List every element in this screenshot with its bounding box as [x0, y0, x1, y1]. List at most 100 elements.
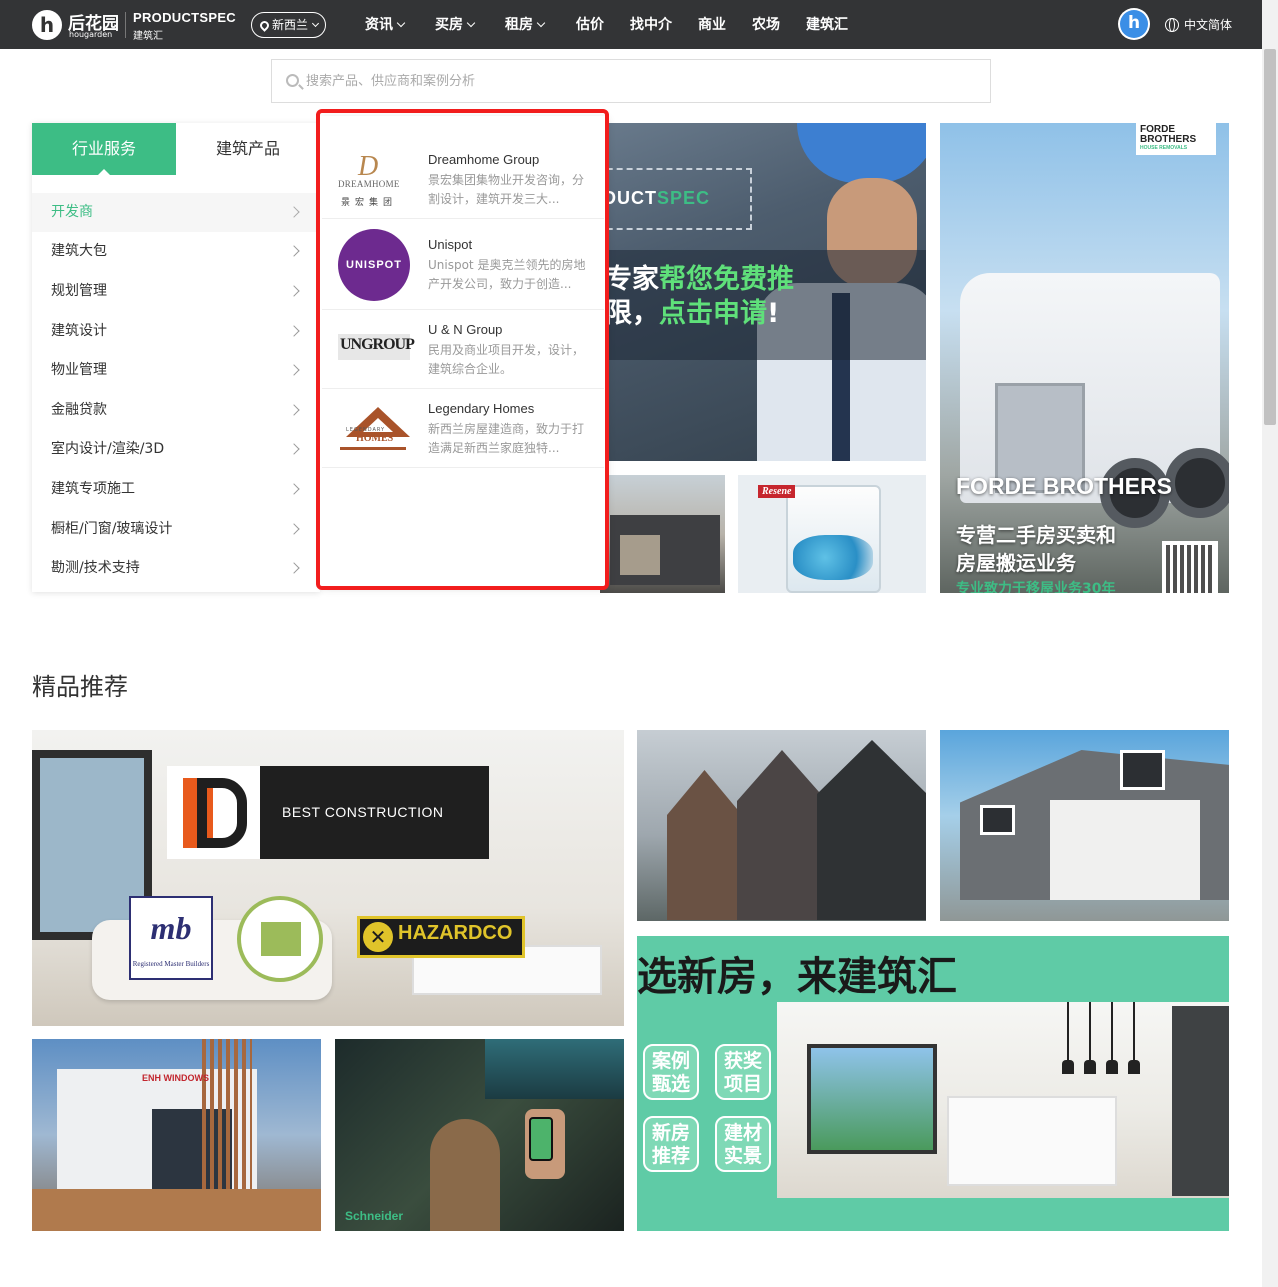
promo-button-new-homes[interactable]: 新房推荐 — [643, 1116, 699, 1172]
chevron-right-icon — [288, 285, 300, 297]
region-label: 新西兰 — [272, 18, 309, 32]
category-label: 物业管理 — [51, 362, 107, 378]
globe-icon — [1165, 18, 1179, 32]
best-construction-text: BEST CONSTRUCTION — [282, 804, 444, 820]
language-switch[interactable]: 中文简体 — [1165, 16, 1232, 33]
qr-code-icon — [1162, 541, 1218, 593]
banner-line2-b: 点击申请 — [659, 298, 767, 329]
featured-best-construction[interactable]: BEST CONSTRUCTION mb Registered Master Bu… — [32, 730, 624, 1026]
nav-estimate[interactable]: 估价 — [576, 14, 604, 34]
promo-button-materials[interactable]: 建材实景 — [715, 1116, 771, 1172]
category-label: 橱柜/门窗/玻璃设计 — [51, 521, 173, 537]
hero-banner-forde-brothers[interactable]: FORDE BROTHERS HOUSE REMOVALS FORDE BROTH… — [940, 123, 1229, 593]
search-box[interactable] — [271, 59, 991, 103]
townhouse-shape — [667, 770, 742, 920]
search-icon — [286, 74, 299, 87]
featured-enh-windows[interactable]: ENH WINDOWS — [32, 1039, 321, 1231]
nav-productspec[interactable]: 建筑汇 — [806, 14, 848, 34]
hazardco-text: HAZARDCO — [398, 922, 513, 944]
category-label: 建筑专项施工 — [51, 481, 135, 497]
banner-ps-word: DUCT — [603, 188, 657, 208]
category-item-architecture[interactable]: 建筑设计 — [32, 312, 320, 351]
chevron-down-icon — [396, 18, 406, 28]
deck-shape — [32, 1189, 321, 1231]
category-panel: 行业服务 建筑产品 开发商 建筑大包 规划管理 建筑设计 物业管理 金融贷款 室… — [32, 123, 320, 592]
licensed-building-practitioner-badge — [237, 896, 323, 982]
hougarden-logo-icon[interactable]: h — [32, 10, 62, 40]
pendant-lamp-icon — [1128, 1002, 1140, 1074]
nav-news[interactable]: 资讯 — [365, 14, 406, 34]
promo-button-award-projects[interactable]: 获奖项目 — [715, 1044, 771, 1100]
fb-logo-sub: HOUSE REMOVALS — [1140, 145, 1188, 151]
schneider-logo: Schneider — [345, 1209, 404, 1223]
logo-divider — [125, 12, 126, 38]
featured-townhouse-2[interactable] — [940, 730, 1229, 921]
category-label: 建筑大包 — [51, 243, 107, 259]
promo-button-case-studies[interactable]: 案例甄选 — [643, 1044, 699, 1100]
fb-title: FORDE BROTHERS — [956, 473, 1172, 499]
category-item-finance[interactable]: 金融贷款 — [32, 391, 320, 430]
pendant-lamp-icon — [1084, 1002, 1096, 1074]
resene-logo: Resene — [758, 485, 796, 498]
search-input[interactable] — [306, 60, 976, 102]
nav-buy-label: 买房 — [435, 17, 463, 33]
chevron-right-icon — [288, 523, 300, 535]
chevron-right-icon — [288, 206, 300, 218]
category-item-main-contractor[interactable]: 建筑大包 — [32, 232, 320, 271]
mb-badge-sub: Registered Master Builders — [132, 960, 210, 968]
tile-house-photo[interactable] — [600, 475, 725, 593]
nav-farm[interactable]: 农场 — [752, 14, 780, 34]
category-label: 建筑设计 — [51, 323, 107, 339]
category-label: 金融贷款 — [51, 402, 107, 418]
region-selector[interactable]: 新西兰 — [251, 12, 326, 38]
chevron-right-icon — [288, 404, 300, 416]
fb-logo-text: FORDE BROTHERS — [1140, 124, 1197, 145]
chevron-down-icon — [536, 18, 546, 28]
chevron-right-icon — [288, 443, 300, 455]
tab-industry-services[interactable]: 行业服务 — [32, 123, 176, 175]
banner-headline-line2: 限，点击申请! — [605, 291, 779, 330]
hazardco-x-icon: ✕ — [363, 922, 393, 952]
language-label: 中文简体 — [1184, 18, 1233, 32]
category-label: 规划管理 — [51, 283, 107, 299]
location-pin-icon — [258, 19, 271, 32]
nav-rent[interactable]: 租房 — [505, 14, 546, 34]
hard-hat-shape — [797, 123, 926, 183]
category-item-interior-design[interactable]: 室内设计/渲染/3D — [32, 430, 320, 469]
nav-commercial[interactable]: 商业 — [698, 14, 726, 34]
productspec-logo[interactable]: PRODUCTSPEC — [133, 10, 236, 25]
townhouse-shape — [737, 750, 827, 920]
featured-townhouse-1[interactable] — [637, 730, 926, 921]
banner-ps-word-highlight: SPEC — [657, 188, 711, 208]
category-item-developer[interactable]: 开发商 — [32, 193, 320, 232]
tab-building-products[interactable]: 建筑产品 — [176, 123, 320, 175]
banner-line2-a: 限， — [605, 298, 659, 329]
category-item-specialist-construction[interactable]: 建筑专项施工 — [32, 470, 320, 509]
user-avatar[interactable]: h — [1118, 8, 1150, 40]
child-shape — [430, 1119, 500, 1231]
featured-schneider[interactable]: Schneider — [335, 1039, 624, 1231]
category-item-survey-tech-support[interactable]: 勘测/技术支持 — [32, 549, 320, 588]
section-title-featured: 精品推荐 — [32, 673, 128, 701]
phone-icon — [529, 1117, 553, 1161]
category-item-property-management[interactable]: 物业管理 — [32, 351, 320, 390]
productspec-logo-cn: 建筑汇 — [133, 31, 163, 42]
window-shape — [1120, 750, 1165, 790]
tv-screen-shape — [485, 1039, 624, 1099]
nav-find-agent[interactable]: 找中介 — [630, 14, 672, 34]
page-scrollbar-thumb[interactable] — [1264, 49, 1276, 425]
top-navigation-bar: h 后花园 hougarden PRODUCTSPEC 建筑汇 新西兰 资讯 买… — [0, 0, 1278, 49]
category-item-planning[interactable]: 规划管理 — [32, 272, 320, 311]
tile-resene-paint[interactable]: Resene — [738, 475, 926, 593]
nav-buy[interactable]: 买房 — [435, 14, 476, 34]
townhouse-shape — [817, 740, 926, 920]
chevron-right-icon — [288, 364, 300, 376]
featured-productspec-promo[interactable]: 选新房，来建筑汇 案例甄选 获奖项目 新房推荐 建材实景 — [637, 936, 1229, 1231]
nav-rent-label: 租房 — [505, 17, 533, 33]
category-item-cabinet-window-glass[interactable]: 橱柜/门窗/玻璃设计 — [32, 510, 320, 549]
bc-logo-mark-b — [197, 778, 247, 848]
avatar-letter: h — [1120, 10, 1148, 38]
fridge-shape — [1172, 1006, 1229, 1196]
chevron-right-icon — [288, 562, 300, 574]
category-label: 勘测/技术支持 — [51, 560, 140, 576]
